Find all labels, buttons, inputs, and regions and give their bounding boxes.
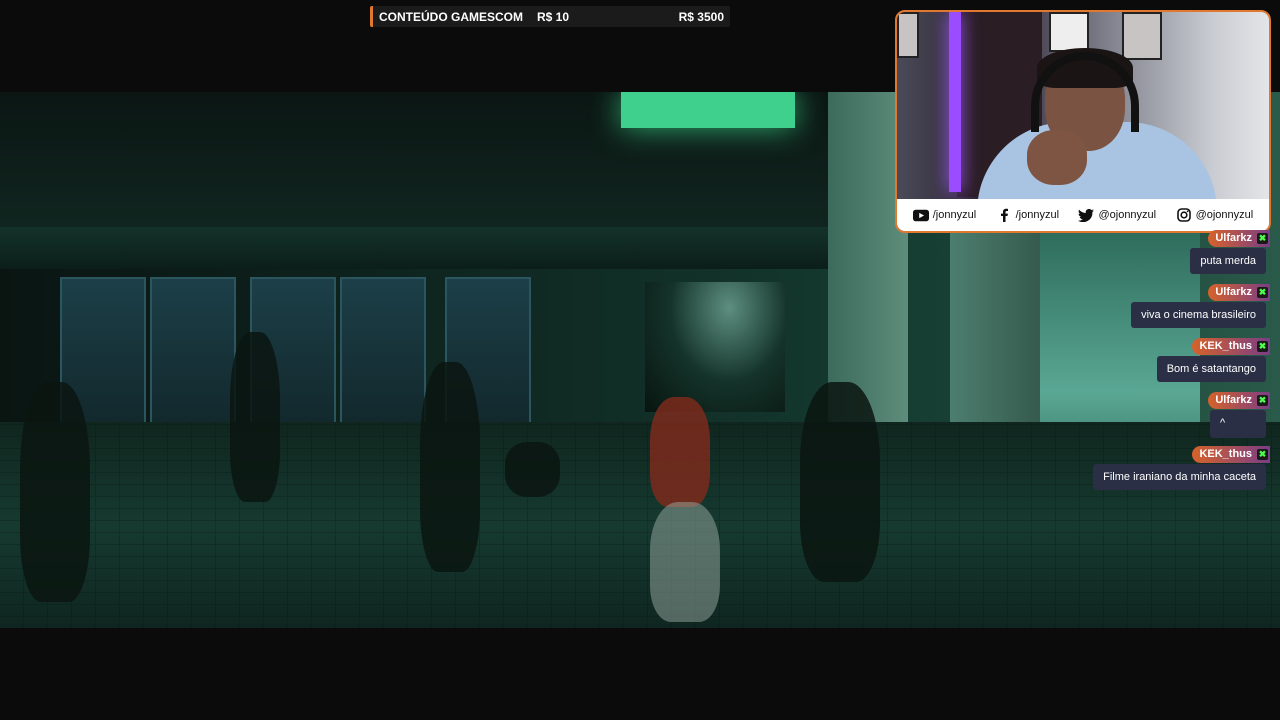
social-links-bar: /jonnyzul /jonnyzul @ojonnyzul @ojonnyzu… bbox=[897, 199, 1269, 231]
chat-username: Ulfarkz bbox=[1215, 394, 1252, 406]
scene-floor-tiles bbox=[0, 422, 1280, 628]
stream-overlay: CONTEÚDO GAMESCOM R$ 10 R$ 3500 /jonnyzu… bbox=[0, 0, 1280, 720]
chat-username-tag: Ulfarkz ✖ bbox=[1208, 392, 1270, 409]
chat-username: Ulfarkz bbox=[1215, 286, 1252, 298]
goal-target-amount: R$ 3500 bbox=[678, 9, 724, 24]
chat-message-text: Bom é satantango bbox=[1156, 356, 1266, 382]
chat-username: Ulfarkz bbox=[1215, 232, 1252, 244]
webcam-led-light bbox=[949, 12, 961, 192]
chat-username: KEK_thus bbox=[1199, 340, 1252, 352]
running-figure bbox=[650, 397, 710, 507]
facebook-icon bbox=[996, 208, 1012, 222]
webcam-poster bbox=[1049, 12, 1089, 52]
running-figure bbox=[20, 382, 90, 602]
social-handle: @ojonnyzul bbox=[1098, 209, 1157, 221]
social-instagram: @ojonnyzul bbox=[1176, 208, 1254, 222]
moderator-badge-icon: ✖ bbox=[1257, 395, 1268, 406]
chat-username-tag: Ulfarkz ✖ bbox=[1208, 284, 1270, 301]
instagram-icon bbox=[1176, 208, 1192, 222]
twitter-icon bbox=[1078, 208, 1095, 222]
running-figure bbox=[800, 382, 880, 582]
webcam-poster bbox=[1122, 12, 1162, 60]
social-twitter: @ojonnyzul bbox=[1078, 208, 1156, 222]
social-facebook: /jonnyzul bbox=[996, 208, 1059, 222]
moderator-badge-icon: ✖ bbox=[1257, 233, 1268, 244]
running-figure-legs bbox=[650, 502, 720, 622]
scene-beam bbox=[0, 227, 830, 269]
chat-message-text: Filme iraniano da minha caceta bbox=[1093, 464, 1266, 490]
chat-message-text: puta merda bbox=[1190, 248, 1266, 274]
scene-green-light bbox=[621, 92, 795, 128]
moderator-badge-icon: ✖ bbox=[1257, 449, 1268, 460]
running-figure bbox=[420, 362, 480, 572]
chat-message-text: ^ bbox=[1210, 410, 1266, 438]
chat-username-tag: KEK_thus ✖ bbox=[1192, 446, 1270, 463]
webcam-poster bbox=[897, 12, 919, 58]
chat-username: KEK_thus bbox=[1199, 448, 1252, 460]
social-handle: /jonnyzul bbox=[1015, 209, 1060, 221]
social-handle: /jonnyzul bbox=[932, 209, 977, 221]
moderator-badge-icon: ✖ bbox=[1257, 341, 1268, 352]
goal-title: CONTEÚDO GAMESCOM bbox=[379, 9, 523, 24]
moderator-badge-icon: ✖ bbox=[1257, 287, 1268, 298]
scene-corridor bbox=[645, 282, 785, 412]
youtube-icon bbox=[912, 208, 929, 222]
chat-username-tag: KEK_thus ✖ bbox=[1192, 338, 1270, 355]
dog-figure bbox=[505, 442, 560, 497]
social-youtube: /jonnyzul bbox=[912, 208, 977, 222]
chat-username-tag: Ulfarkz ✖ bbox=[1208, 230, 1270, 247]
social-handle: @ojonnyzul bbox=[1195, 209, 1254, 221]
streamer-hand bbox=[1027, 130, 1087, 185]
running-figure bbox=[230, 332, 280, 502]
webcam-frame: /jonnyzul /jonnyzul @ojonnyzul @ojonnyzu… bbox=[895, 10, 1271, 233]
donation-goal-bar: CONTEÚDO GAMESCOM R$ 10 R$ 3500 bbox=[370, 6, 730, 27]
goal-current-amount: R$ 10 bbox=[537, 9, 570, 24]
ticket-booth bbox=[340, 277, 426, 427]
ticket-booth bbox=[150, 277, 236, 427]
chat-message-text: viva o cinema brasileiro bbox=[1131, 302, 1266, 328]
